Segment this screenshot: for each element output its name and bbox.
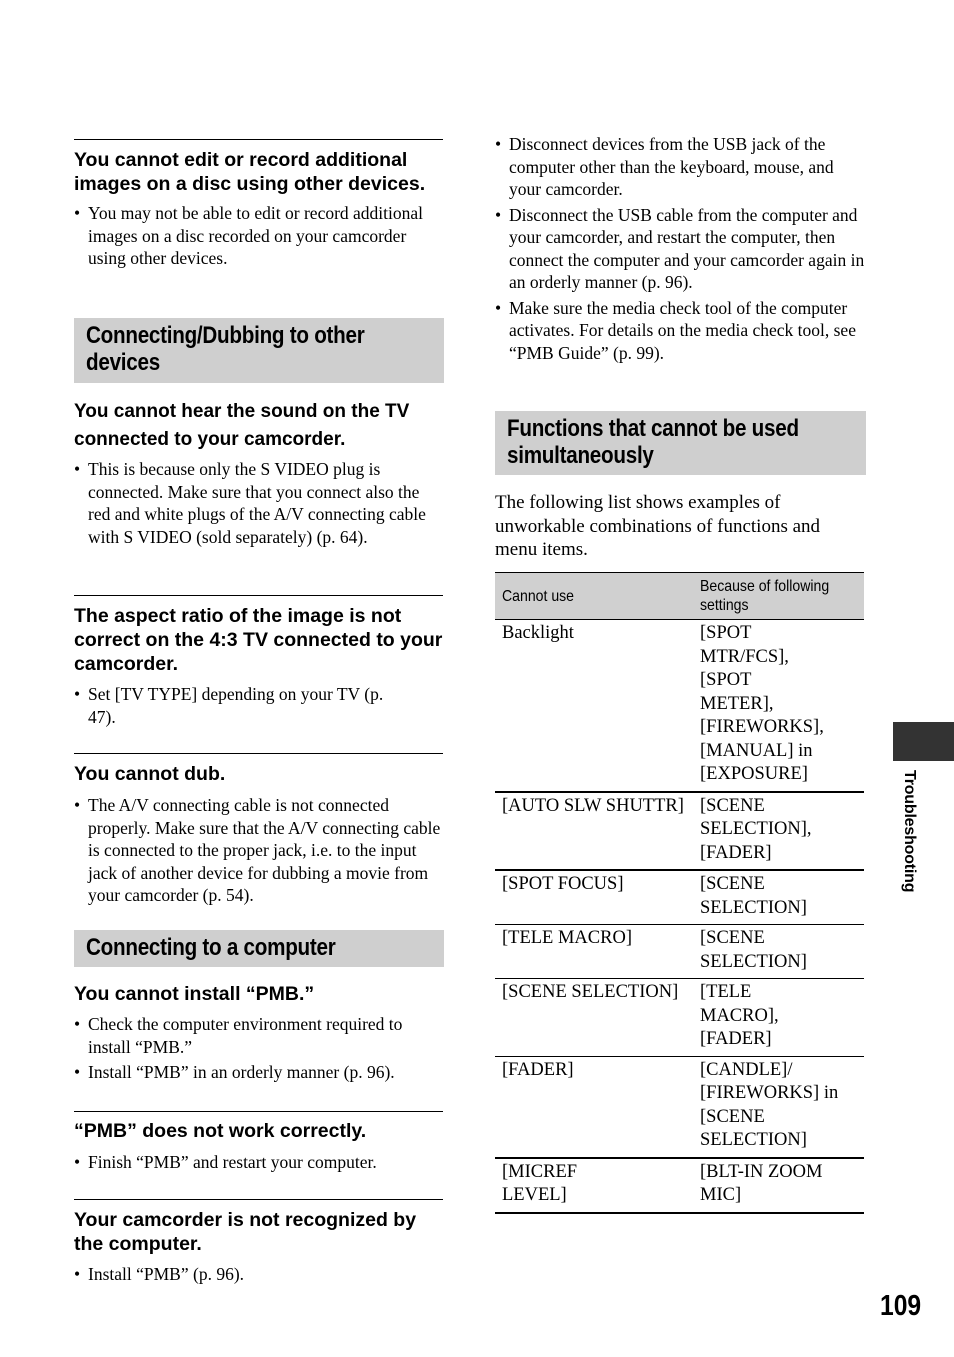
- chapter-tab-marker: [893, 722, 954, 761]
- table-row: [SPOT FOCUS] [SCENE SELECTION]: [495, 870, 864, 925]
- cell-cannot-use: [FADER]: [495, 1056, 693, 1159]
- usb-troubleshoot-list: Disconnect devices from the USB jack of …: [495, 133, 865, 364]
- table-row: Backlight [SPOT MTR/FCS], [SPOT METER], …: [495, 619, 864, 793]
- divider: [74, 595, 443, 596]
- table-row: [AUTO SLW SHUTTR] [SCENE SELECTION], [FA…: [495, 791, 864, 871]
- section-band-connecting-dubbing: Connecting/Dubbing to other devices: [74, 318, 444, 383]
- cell-cannot-use: Backlight: [495, 619, 693, 793]
- header-cannot-use: Cannot use: [495, 572, 693, 620]
- header-because-of: Because of following settings: [693, 572, 864, 620]
- divider: [74, 139, 443, 140]
- cell-settings: [SPOT MTR/FCS], [SPOT METER], [FIREWORKS…: [693, 619, 864, 793]
- section-cannot-dub: You cannot dub. The A/V connecting cable…: [74, 762, 444, 907]
- table-row: [SCENE SELECTION] [TELE MACRO], [FADER]: [495, 978, 864, 1057]
- table-row: [FADER] [CANDLE]/ [FIREWORKS] in [SCENE …: [495, 1056, 864, 1159]
- bullet-item: This is because only the S VIDEO plug is…: [74, 458, 444, 548]
- cell-cannot-use: [AUTO SLW SHUTTR]: [495, 791, 693, 871]
- section-heading: Your camcorder is not recognized by the …: [74, 1209, 417, 1255]
- section-heading: You cannot dub.: [74, 763, 226, 785]
- cell-settings: [SCENE SELECTION]: [693, 870, 864, 925]
- cell-cannot-use: [SCENE SELECTION]: [495, 978, 693, 1057]
- band-title: Functions that cannot be used simultaneo…: [507, 415, 799, 469]
- table-row: [TELE MACRO] [SCENE SELECTION]: [495, 924, 864, 979]
- section-tv-sound: You cannot hear the sound on the TV conn…: [74, 398, 444, 548]
- section-heading: “PMB” does not work correctly.: [74, 1120, 367, 1142]
- bullet-item: The A/V connecting cable is not connecte…: [74, 794, 444, 907]
- cell-settings: [SCENE SELECTION]: [693, 924, 864, 979]
- bullet-item: You may not be able to edit or record ad…: [74, 202, 444, 270]
- section-band-connecting-computer: Connecting to a computer: [74, 930, 444, 967]
- bullet-item: Finish “PMB” and restart your computer.: [74, 1151, 444, 1174]
- bullet-item: Disconnect the USB cable from the comput…: [495, 204, 865, 294]
- cell-settings: [CANDLE]/ [FIREWORKS] in [SCENE SELECTIO…: [693, 1056, 864, 1159]
- bullet-item: Install “PMB” in an orderly manner (p. 9…: [74, 1061, 444, 1084]
- bullet-item: Set [TV TYPE] depending on your TV (p. 4…: [74, 683, 444, 728]
- divider: [74, 753, 443, 754]
- table-row: [MICREF LEVEL] [BLT-IN ZOOM MIC]: [495, 1157, 864, 1214]
- cell-settings: [TELE MACRO], [FADER]: [693, 978, 864, 1057]
- cell-settings: [SCENE SELECTION], [FADER]: [693, 791, 864, 871]
- section-aspect-ratio: The aspect ratio of the image is not cor…: [74, 604, 444, 728]
- incompatible-functions-table-wrap: Cannot use Because of following settings…: [495, 572, 864, 1214]
- section-heading: You cannot edit or record additional ima…: [74, 149, 426, 195]
- section-pmb-not-working: “PMB” does not work correctly. Finish “P…: [74, 1119, 444, 1174]
- section-heading: The aspect ratio of the image is not cor…: [74, 605, 443, 675]
- divider: [74, 1199, 443, 1200]
- section-heading: You cannot hear the sound on the TV conn…: [74, 401, 410, 450]
- cell-cannot-use: [SPOT FOCUS]: [495, 870, 693, 925]
- page-number: 109: [880, 1290, 922, 1322]
- intro-paragraph: The following list shows examples of unw…: [495, 492, 821, 560]
- cell-settings: [BLT-IN ZOOM MIC]: [693, 1157, 864, 1214]
- section-install-pmb: You cannot install “PMB.” Check the comp…: [74, 982, 444, 1084]
- divider: [74, 1111, 443, 1112]
- bullet-item: Check the computer environment required …: [74, 1013, 444, 1058]
- section-band-functions-simultaneous: Functions that cannot be used simultaneo…: [495, 411, 866, 475]
- bullet-item: Disconnect devices from the USB jack of …: [495, 133, 865, 201]
- section-heading: You cannot install “PMB.”: [74, 983, 315, 1005]
- bullet-item: Install “PMB” (p. 96).: [74, 1263, 444, 1286]
- band-title: Connecting to a computer: [86, 934, 336, 961]
- chapter-label: Troubleshooting: [901, 770, 918, 893]
- cell-cannot-use: [MICREF LEVEL]: [495, 1157, 693, 1214]
- section-not-recognized: Your camcorder is not recognized by the …: [74, 1208, 444, 1286]
- bullet-item: Make sure the media check tool of the co…: [495, 297, 865, 365]
- incompatible-functions-table: Cannot use Because of following settings…: [495, 572, 864, 1214]
- section-edit-disc: You cannot edit or record additional ima…: [74, 148, 444, 270]
- cell-cannot-use: [TELE MACRO]: [495, 924, 693, 979]
- band-title: Connecting/Dubbing to other devices: [86, 322, 365, 376]
- table-header-row: Cannot use Because of following settings: [495, 572, 864, 620]
